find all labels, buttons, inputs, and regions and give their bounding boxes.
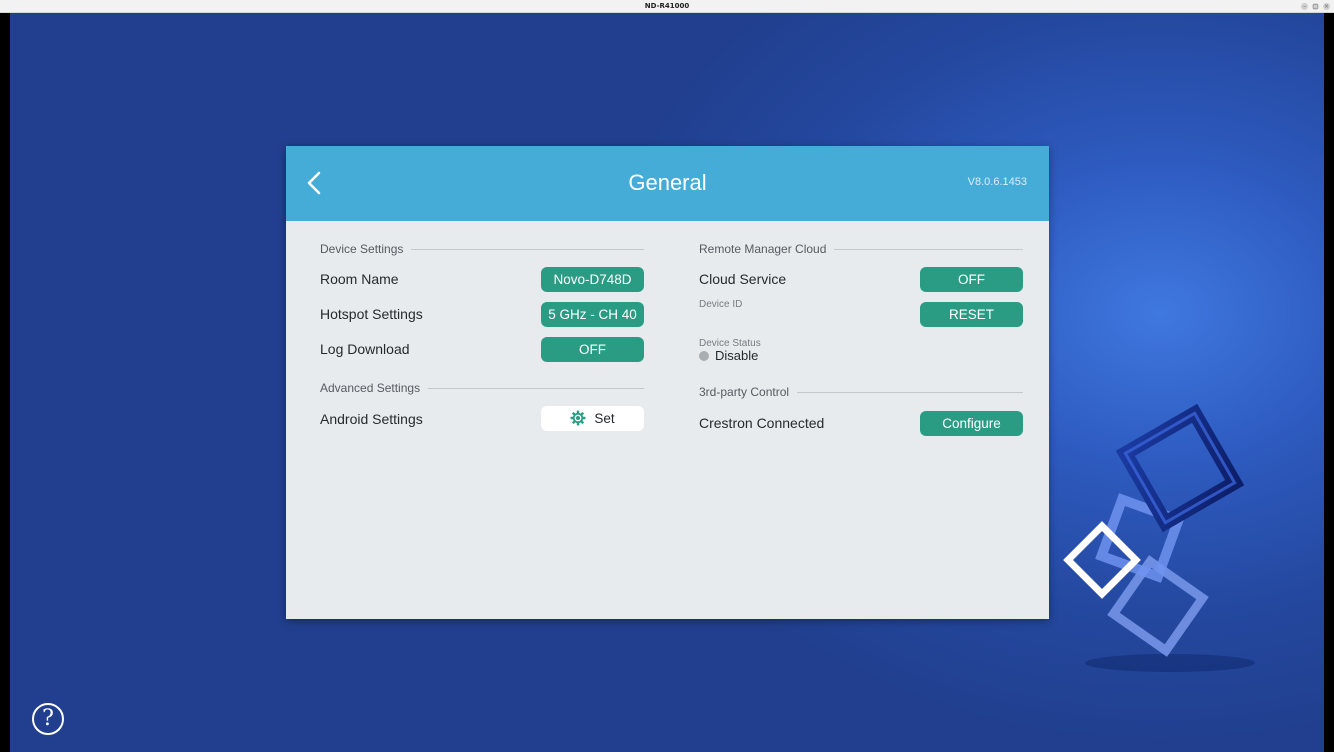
third-party-section-header: 3rd-party Control	[699, 384, 1023, 400]
advanced-settings-section-header: Advanced Settings	[320, 380, 644, 396]
help-button[interactable]: ?	[32, 703, 64, 735]
section-divider	[411, 248, 644, 250]
device-id-label: Device ID	[699, 299, 743, 310]
general-settings-panel: General V8.0.6.1453 Device Settings Room…	[286, 146, 1049, 619]
device-status-value: Disable	[715, 348, 759, 363]
close-button[interactable]: ×	[1323, 3, 1330, 10]
desktop-background: ? General V8.0.6.1453 Device Settings Ro…	[10, 13, 1324, 752]
android-settings-button-label: Set	[594, 411, 615, 426]
crestron-connected-label: Crestron Connected	[699, 415, 825, 431]
device-settings-section-header: Device Settings	[320, 241, 644, 257]
window-title: ND-R41000	[644, 2, 690, 10]
android-settings-set-button[interactable]: Set	[541, 406, 644, 431]
cloud-service-label: Cloud Service	[699, 271, 787, 287]
window-titlebar: ND-R41000 – □ ×	[0, 0, 1334, 13]
status-indicator-dot	[699, 351, 709, 361]
advanced-settings-heading: Advanced Settings	[320, 381, 421, 395]
maximize-button[interactable]: □	[1312, 3, 1319, 10]
decorative-cubes-graphic	[1063, 403, 1255, 672]
remote-manager-heading: Remote Manager Cloud	[699, 242, 827, 256]
section-divider	[428, 387, 644, 389]
window-controls: – □ ×	[1301, 0, 1330, 13]
android-settings-label: Android Settings	[320, 411, 423, 427]
log-download-toggle[interactable]: OFF	[541, 337, 644, 362]
remote-manager-section-header: Remote Manager Cloud	[699, 241, 1023, 257]
page-title: General	[628, 170, 707, 195]
hotspot-settings-button[interactable]: 5 GHz - CH 40	[541, 302, 644, 327]
back-arrow-icon[interactable]	[300, 168, 330, 198]
section-divider	[797, 391, 1023, 393]
cloud-service-toggle[interactable]: OFF	[920, 267, 1023, 292]
hotspot-settings-label: Hotspot Settings	[320, 306, 423, 322]
panel-header: General V8.0.6.1453	[286, 146, 1049, 221]
configure-button[interactable]: Configure	[920, 411, 1023, 436]
version-label: V8.0.6.1453	[967, 176, 1027, 188]
reset-button[interactable]: RESET	[920, 302, 1023, 327]
room-name-label: Room Name	[320, 271, 399, 287]
third-party-heading: 3rd-party Control	[699, 385, 790, 399]
gear-icon	[570, 410, 586, 426]
section-divider	[834, 248, 1023, 250]
device-settings-heading: Device Settings	[320, 242, 404, 256]
log-download-label: Log Download	[320, 341, 410, 357]
room-name-button[interactable]: Novo-D748D	[541, 267, 644, 292]
minimize-button[interactable]: –	[1301, 3, 1308, 10]
